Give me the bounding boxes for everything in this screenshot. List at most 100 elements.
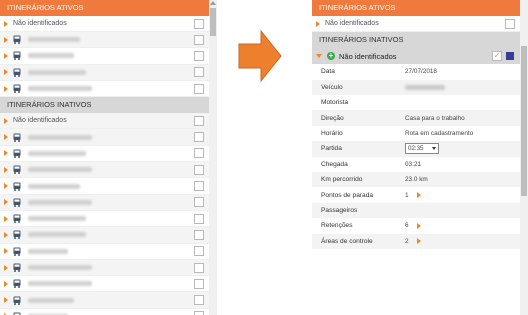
route-row[interactable] <box>0 129 217 146</box>
expand-arrow-icon[interactable] <box>4 117 8 124</box>
route-row[interactable] <box>0 32 217 49</box>
expand-arrow-icon[interactable] <box>4 52 8 59</box>
checked-checkbox[interactable]: ✓ <box>492 51 502 62</box>
scroll-thumb[interactable] <box>210 8 216 36</box>
route-name <box>28 216 86 222</box>
route-name <box>28 86 92 92</box>
expand-arrow-icon[interactable] <box>4 150 8 157</box>
expand-arrow-icon[interactable] <box>316 20 320 27</box>
route-row[interactable] <box>0 48 217 65</box>
row-checkbox[interactable] <box>194 181 204 192</box>
row-checkbox[interactable] <box>194 197 204 208</box>
row-checkbox[interactable] <box>194 148 204 159</box>
field-areas[interactable]: Áreas de controle 2 <box>312 233 528 249</box>
route-name <box>28 150 86 156</box>
bus-icon <box>13 68 21 77</box>
route-row[interactable] <box>0 259 217 277</box>
expand-arrow-icon[interactable] <box>4 166 8 173</box>
row-checkbox[interactable] <box>194 34 204 45</box>
row-checkbox[interactable] <box>194 83 204 94</box>
field-pontos[interactable]: Pontos de parada 1 <box>312 187 528 202</box>
row-checkbox[interactable] <box>194 18 204 29</box>
departure-time-select[interactable]: 02:35 <box>405 143 439 155</box>
field-value: Rota em cadastramento <box>405 130 474 138</box>
field-value: 03:21 <box>405 160 421 168</box>
inactive-route-list <box>0 129 217 315</box>
field-passageiros: Passageiros <box>312 202 528 219</box>
field-retencoes[interactable]: Retenções 6 <box>312 218 528 233</box>
field-partida: Partida 02:35 <box>312 141 528 157</box>
field-label: Motorista <box>321 99 349 107</box>
route-row[interactable] <box>0 292 217 309</box>
field-label: Veículo <box>321 83 343 91</box>
row-checkbox[interactable] <box>194 115 204 126</box>
row-checkbox[interactable] <box>194 278 204 289</box>
left-panel: ITINERÁRIOS ATIVOS Não identificados ITI… <box>0 0 217 315</box>
row-checkbox[interactable] <box>194 164 204 175</box>
route-row[interactable] <box>0 308 217 315</box>
route-color-swatch[interactable] <box>506 52 514 61</box>
route-row[interactable] <box>0 64 217 81</box>
expand-arrow-icon[interactable] <box>416 192 421 199</box>
scroll-up-icon[interactable] <box>210 1 216 5</box>
route-row[interactable] <box>0 243 217 260</box>
route-row[interactable] <box>0 178 217 195</box>
row-checkbox[interactable] <box>194 311 204 315</box>
blurred-vehicle-value <box>405 84 445 90</box>
field-label: Passageiros <box>321 207 358 214</box>
expand-arrow-icon[interactable] <box>4 248 8 255</box>
active-unidentified-row[interactable]: Não identificados <box>312 16 528 33</box>
detail-header[interactable]: + Não identificados ✓ <box>312 48 528 65</box>
row-checkbox[interactable] <box>194 132 204 143</box>
row-checkbox[interactable] <box>505 18 515 29</box>
left-scrollbar[interactable] <box>209 0 217 315</box>
route-row[interactable] <box>0 162 217 179</box>
expand-arrow-icon[interactable] <box>4 231 8 238</box>
row-checkbox[interactable] <box>194 67 204 78</box>
row-checkbox[interactable] <box>194 246 204 257</box>
row-checkbox[interactable] <box>194 295 204 306</box>
scroll-thumb[interactable] <box>521 46 527 196</box>
field-horario: Horário Rota em cadastramento <box>312 126 528 141</box>
expand-arrow-icon[interactable] <box>4 199 8 206</box>
expand-arrow-icon[interactable] <box>4 264 8 271</box>
chevron-down-icon[interactable] <box>432 147 436 151</box>
inactive-itineraries-header[interactable]: ITINERÁRIOS INATIVOS <box>0 97 217 114</box>
expand-arrow-icon[interactable] <box>4 183 8 190</box>
field-label: Pontos de parada <box>321 191 374 199</box>
expand-arrow-icon[interactable] <box>4 20 8 27</box>
route-row[interactable] <box>0 210 217 228</box>
expand-arrow-icon[interactable] <box>416 238 421 245</box>
route-row[interactable] <box>0 227 217 244</box>
expand-arrow-icon[interactable] <box>4 134 8 141</box>
row-checkbox[interactable] <box>194 262 204 273</box>
expand-arrow-icon[interactable] <box>4 297 8 304</box>
route-row[interactable] <box>0 194 217 211</box>
row-checkbox[interactable] <box>194 50 204 61</box>
bus-icon <box>13 247 21 256</box>
active-unidentified-row[interactable]: Não identificados <box>0 16 217 32</box>
row-checkbox[interactable] <box>194 229 204 240</box>
route-row[interactable] <box>0 80 217 98</box>
expand-arrow-icon[interactable] <box>4 280 8 287</box>
route-row[interactable] <box>0 276 217 293</box>
inactive-itineraries-header[interactable]: ITINERÁRIOS INATIVOS <box>312 32 528 49</box>
collapse-arrow-icon[interactable] <box>316 54 322 59</box>
expand-arrow-icon[interactable] <box>416 222 421 229</box>
expand-arrow-icon[interactable] <box>4 215 8 222</box>
field-veiculo: Veículo <box>312 79 528 96</box>
right-scrollbar[interactable] <box>520 0 528 315</box>
bus-icon <box>13 165 21 175</box>
expand-arrow-icon[interactable] <box>4 69 8 76</box>
active-itineraries-header[interactable]: ITINERÁRIOS ATIVOS <box>0 0 217 16</box>
field-value: Casa para o trabalho <box>405 114 465 122</box>
expand-arrow-icon[interactable] <box>4 85 8 92</box>
expand-arrow-icon[interactable] <box>4 36 8 43</box>
bus-icon <box>13 230 21 240</box>
route-row[interactable] <box>0 145 217 163</box>
row-checkbox[interactable] <box>194 213 204 224</box>
inactive-unidentified-row[interactable]: Não identificados <box>0 113 217 130</box>
active-itineraries-header[interactable]: ITINERÁRIOS ATIVOS <box>312 0 528 16</box>
bus-icon <box>13 263 21 272</box>
field-value: 6 <box>405 222 421 229</box>
